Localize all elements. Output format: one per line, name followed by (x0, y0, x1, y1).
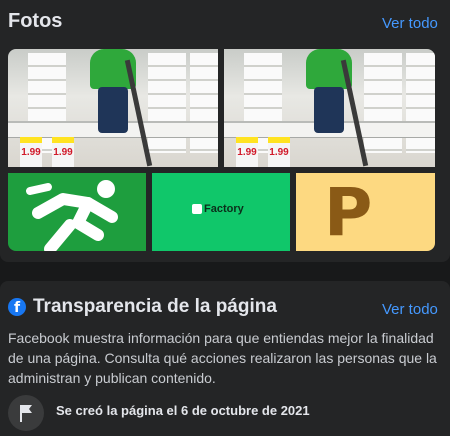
transparency-description: Facebook muestra información para que en… (8, 330, 437, 386)
transparency-see-all-link[interactable]: Ver todo (382, 301, 438, 318)
product-boxes (148, 53, 186, 153)
person-legs (98, 87, 128, 133)
product-boxes (406, 53, 435, 153)
price-tag: 1.99 (268, 137, 290, 167)
price-tag: 1.99 (20, 137, 42, 167)
transparency-title: Transparencia de la página (33, 296, 277, 317)
photo-running-logo[interactable] (8, 173, 146, 251)
price-tag: 1.99 (52, 137, 74, 167)
transparency-card: f Transparencia de la página Ver todo Fa… (0, 281, 450, 436)
product-boxes (364, 53, 402, 153)
factory-logo-icon (192, 204, 202, 214)
price-tag: 1.99 (236, 137, 258, 167)
factory-logo: Factory (192, 203, 244, 215)
person-legs (314, 87, 344, 133)
product-boxes (190, 53, 218, 153)
photos-title: Fotos (8, 10, 63, 32)
photos-card: Fotos Ver todo 1.99 1.99 1.99 1.99 Facto… (0, 0, 450, 262)
photo-letter-p-logo[interactable]: P (296, 173, 435, 251)
photo-store-aisle-1[interactable]: 1.99 1.99 (8, 49, 218, 167)
factory-logo-text: Factory (204, 203, 244, 215)
page-created-date: Se creó la página el 6 de octubre de 202… (56, 403, 310, 418)
photos-see-all-link[interactable]: Ver todo (382, 15, 438, 32)
photo-store-aisle-2[interactable]: 1.99 1.99 (224, 49, 435, 167)
photo-factory-logo[interactable]: Factory (152, 173, 290, 251)
letter-p-logo: P (324, 174, 373, 251)
facebook-icon: f (8, 298, 26, 316)
running-person-icon (26, 180, 118, 251)
flag-icon (8, 395, 44, 431)
